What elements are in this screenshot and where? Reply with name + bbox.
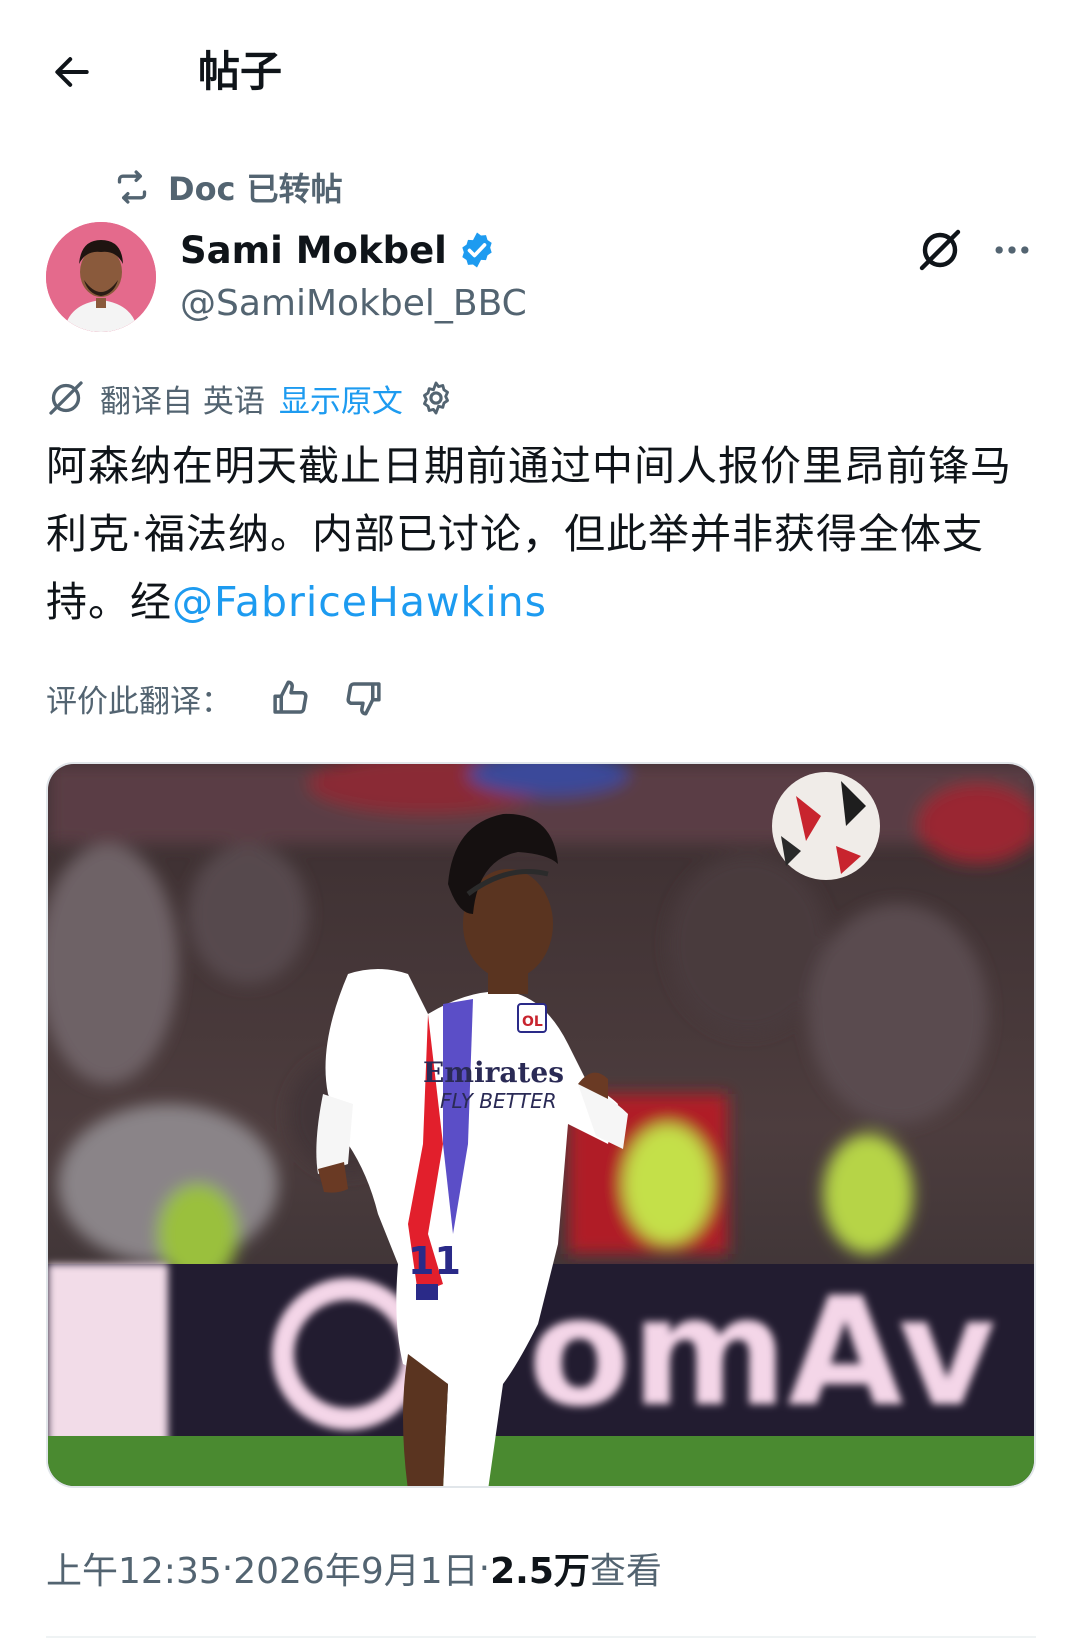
meta-separator: · bbox=[478, 1547, 491, 1589]
tweet-meta: 上午12:35 · 2026年9月1日 · 2.5万 查看 bbox=[46, 1538, 662, 1598]
more-icon bbox=[995, 246, 1029, 254]
verified-badge-icon bbox=[462, 232, 492, 268]
board-text: omAv bbox=[528, 1266, 996, 1440]
tweet-date[interactable]: 2026年9月1日 bbox=[233, 1542, 478, 1594]
show-original-link[interactable]: 显示原文 bbox=[279, 376, 403, 421]
retweet-label: Doc 已转帖 bbox=[168, 170, 343, 208]
more-options-button[interactable] bbox=[984, 222, 1040, 278]
thumbs-down-button[interactable] bbox=[336, 670, 392, 726]
author-handle[interactable]: @SamiMokbel_BBC bbox=[180, 278, 527, 330]
divider bbox=[46, 1636, 1036, 1638]
back-button[interactable] bbox=[44, 44, 100, 100]
author-name[interactable]: Sami Mokbel bbox=[180, 229, 447, 272]
shirt-number: 11 bbox=[408, 1239, 461, 1283]
tweet-text: 阿森纳在明天截止日期前通过中间人报价里昂前锋马利克·福法纳。内部已讨论，但此举并… bbox=[46, 432, 1036, 636]
kit-sponsor: Emirates bbox=[423, 1056, 564, 1089]
retweet-context[interactable]: Doc 已转帖 bbox=[112, 162, 343, 212]
football-player-photo: omAv Emirates FLY BETTER OL 11 bbox=[48, 764, 1034, 1486]
avatar[interactable] bbox=[46, 222, 156, 332]
page-title: 帖子 bbox=[198, 47, 283, 96]
translation-bar: 翻译自 英语 显示原文 bbox=[46, 372, 455, 424]
views-count[interactable]: 2.5万 bbox=[490, 1542, 590, 1594]
svg-text:OL: OL bbox=[522, 1014, 543, 1030]
kit-slogan: FLY BETTER bbox=[440, 1089, 557, 1113]
translation-label: 翻译自 英语 bbox=[100, 383, 265, 420]
translate-grok-icon bbox=[49, 381, 83, 415]
thumbs-down-icon bbox=[346, 682, 381, 716]
rate-label: 评价此翻译： bbox=[46, 683, 232, 720]
top-bar: 帖子 bbox=[0, 0, 1080, 140]
meta-separator: · bbox=[221, 1547, 234, 1589]
tweet-time[interactable]: 上午12:35 bbox=[46, 1542, 222, 1594]
gear-icon[interactable] bbox=[417, 379, 455, 417]
grok-button[interactable] bbox=[912, 222, 968, 278]
author-name-row[interactable]: Sami Mokbel bbox=[180, 222, 497, 278]
retweet-icon bbox=[117, 170, 147, 204]
rate-translation: 评价此翻译： bbox=[46, 670, 392, 726]
grok-icon bbox=[919, 229, 961, 271]
arrow-left-icon bbox=[55, 57, 89, 87]
thumbs-up-button[interactable] bbox=[262, 670, 318, 726]
mention-link[interactable]: @FabriceHawkins bbox=[172, 578, 547, 626]
tweet-media-image[interactable]: omAv Emirates FLY BETTER OL 11 bbox=[46, 762, 1036, 1488]
thumbs-up-icon bbox=[273, 680, 308, 714]
views-label: 查看 bbox=[589, 1551, 662, 1592]
avatar-image bbox=[46, 222, 156, 332]
